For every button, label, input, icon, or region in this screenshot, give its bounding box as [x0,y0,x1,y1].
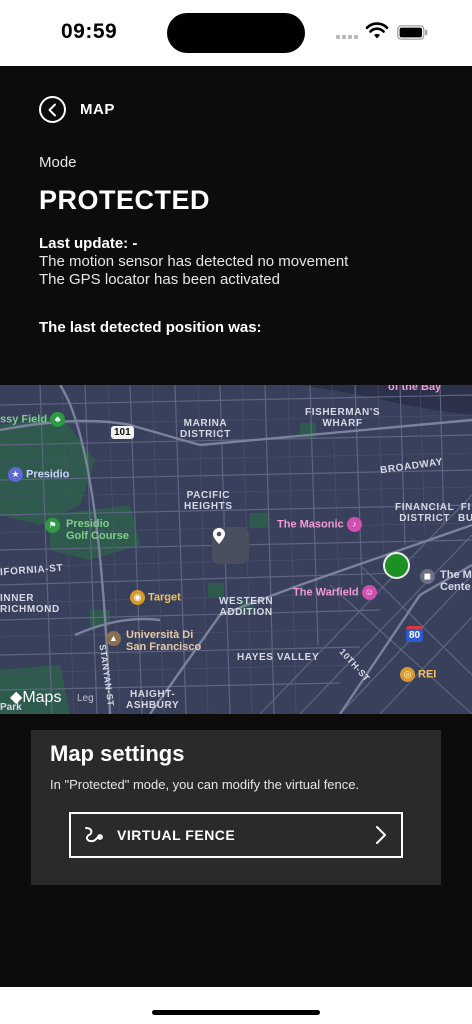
dynamic-island [167,13,305,53]
poi-center-label: The M Cente [440,569,472,593]
map-label-hayes: HAYES VALLEY [237,652,320,663]
location-pin-icon [213,528,225,544]
apple-logo-icon: ◆ [10,689,23,706]
route-icon [85,827,103,843]
motion-status: The motion sensor has detected no moveme… [39,253,349,270]
apple-maps-logo: ◆Maps [10,689,62,706]
poi-universita[interactable]: ▲ [106,631,124,646]
cart-icon: ◉ [130,590,145,605]
virtual-fence-button[interactable]: VIRTUAL FENCE [69,812,403,858]
status-time: 09:59 [61,20,118,43]
map-label-fishermans: FISHERMAN'S WHARF [305,407,381,429]
map-label-haight: HAIGHT- ASHBURY [126,689,180,711]
poi-center[interactable]: ◼ [420,569,438,584]
star-icon: ★ [8,467,23,482]
theater-icon: ☺ [361,585,377,600]
map-label-fin-partial: FI BU [458,502,472,524]
back-button[interactable] [39,96,66,123]
poi-presidio-golf[interactable]: ⚑ [45,518,63,533]
cellular-signal-icon [336,35,358,39]
virtual-fence-label: VIRTUAL FENCE [117,827,236,843]
music-icon: ♪ [346,517,362,532]
update-block: Last update: - The motion sensor has det… [39,235,348,289]
last-update-label: Last update: - [39,235,138,252]
map-screen: MAP Mode PROTECTED Last update: - The mo… [0,66,472,987]
settings-title: Map settings [50,741,185,766]
last-position-label: The last detected position was: [39,319,262,336]
map-view[interactable]: MARINA DISTRICT PACIFIC HEIGHTS WESTERN … [0,385,472,714]
golf-icon: ⚑ [45,518,60,533]
i80-shield-icon: 80 [406,626,424,642]
mode-value: PROTECTED [39,185,211,215]
nav-title: MAP [80,101,115,118]
poi-masonic[interactable]: The Masonic ♪ [277,517,365,532]
battery-icon [397,25,428,40]
school-icon: ▲ [106,631,121,646]
home-indicator-area [0,987,472,1024]
map-label-financial: FINANCIAL DISTRICT [395,502,455,524]
wifi-icon [365,22,389,39]
poi-presidio-golf-label: Presidio Golf Course [66,518,129,542]
map-label-marina: MARINA DISTRICT [180,418,231,440]
status-bar: 09:59 [0,0,472,66]
maps-legal-link[interactable]: Leg [77,693,94,704]
map-settings-card: Map settings In "Protected" mode, you ca… [31,730,441,885]
shop-icon: ◎ [400,667,415,682]
tree-icon: ♣ [50,412,66,427]
poi-presidio[interactable]: ★ Presidio [8,467,69,482]
us101-shield-icon: 101 [111,426,134,439]
map-label-inner-richmond: INNER RICHMOND [0,593,60,615]
mode-label: Mode [39,154,77,171]
poi-universita-label: Università Di San Francisco [126,629,202,653]
chevron-right-icon [376,826,386,844]
poi-crissy-field[interactable]: ssy Field ♣ [0,412,68,427]
gps-status: The GPS locator has been activated [39,271,280,288]
home-indicator[interactable] [152,1010,320,1015]
settings-description: In "Protected" mode, you can modify the … [50,777,360,792]
poi-warfield[interactable]: The Warfield ☺ [293,585,380,600]
poi-bay[interactable]: of the Bay [388,385,441,393]
building-icon: ◼ [420,569,435,584]
map-label-western: WESTERN ADDITION [219,596,274,618]
chevron-left-icon [48,103,56,116]
location-pin-button[interactable] [212,527,249,564]
map-label-pacific: PACIFIC HEIGHTS [184,490,233,512]
last-position-marker[interactable] [383,552,410,579]
poi-rei[interactable]: ◎ REI [400,667,436,682]
poi-target[interactable]: ◉ Target [130,590,181,605]
